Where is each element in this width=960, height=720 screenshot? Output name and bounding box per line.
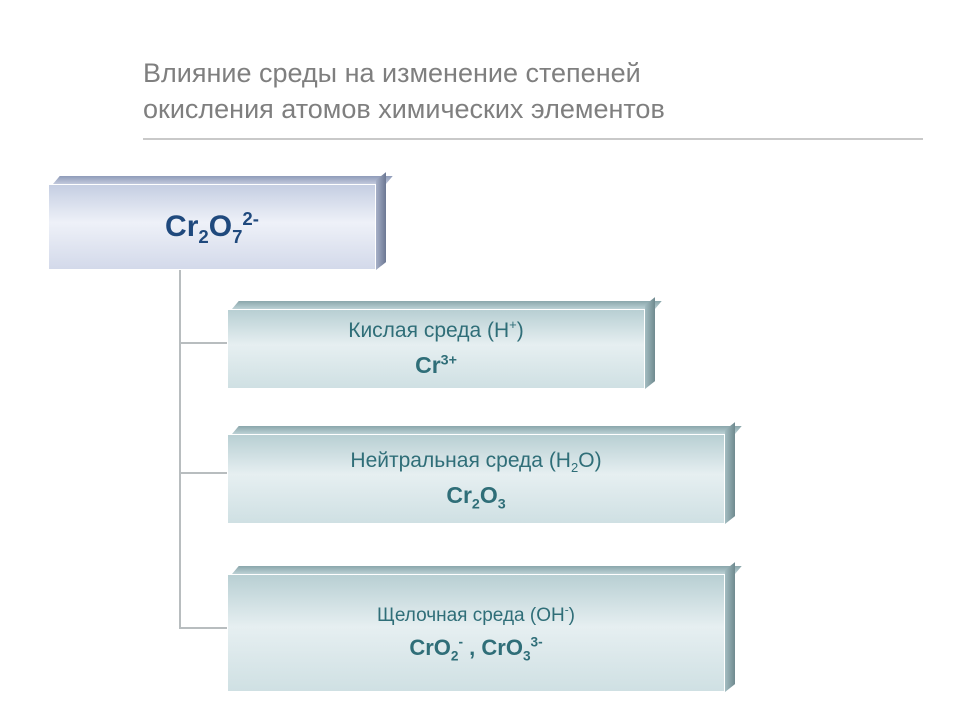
environment-label: Нейтральная среда (H2O) xyxy=(350,447,601,475)
connector-branch-3 xyxy=(179,627,227,629)
slide: Влияние среды на изменение степеней окис… xyxy=(0,0,960,720)
bevel-top-icon xyxy=(53,176,393,184)
child-face: Кислая среда (H+) Cr3+ xyxy=(227,309,645,389)
root-node: Cr2O72- xyxy=(48,176,386,270)
root-formula: Cr2O72- xyxy=(165,210,259,244)
bevel-top-icon xyxy=(232,301,662,309)
connector-branch-2 xyxy=(179,472,227,474)
connector-branch-1 xyxy=(179,342,227,344)
slide-title: Влияние среды на изменение степеней окис… xyxy=(143,55,843,128)
title-line-1: Влияние среды на изменение степеней xyxy=(143,58,641,88)
root-face: Cr2O72- xyxy=(48,184,376,270)
bevel-top-icon xyxy=(232,426,742,434)
title-underline xyxy=(143,138,923,140)
child-face: Щелочная среда (OH-) CrO2- , CrO33- xyxy=(227,574,725,692)
product-formula: Cr2O3 xyxy=(446,480,505,511)
bevel-top-icon xyxy=(232,566,742,574)
child-node-acidic: Кислая среда (H+) Cr3+ xyxy=(227,301,655,389)
bevel-right-icon xyxy=(376,172,386,270)
environment-label: Щелочная среда (OH-) xyxy=(377,603,575,629)
bevel-right-icon xyxy=(725,562,735,692)
title-line-2: окисления атомов химических элементов xyxy=(143,94,665,124)
bevel-right-icon xyxy=(645,297,655,389)
bevel-right-icon xyxy=(725,422,735,524)
child-node-alkaline: Щелочная среда (OH-) CrO2- , CrO33- xyxy=(227,566,735,692)
environment-label: Кислая среда (H+) xyxy=(348,317,524,345)
child-face: Нейтральная среда (H2O) Cr2O3 xyxy=(227,434,725,524)
product-formula: CrO2- , CrO33- xyxy=(409,633,542,663)
child-node-neutral: Нейтральная среда (H2O) Cr2O3 xyxy=(227,426,735,524)
product-formula: Cr3+ xyxy=(415,350,457,381)
connector-trunk xyxy=(179,268,181,629)
